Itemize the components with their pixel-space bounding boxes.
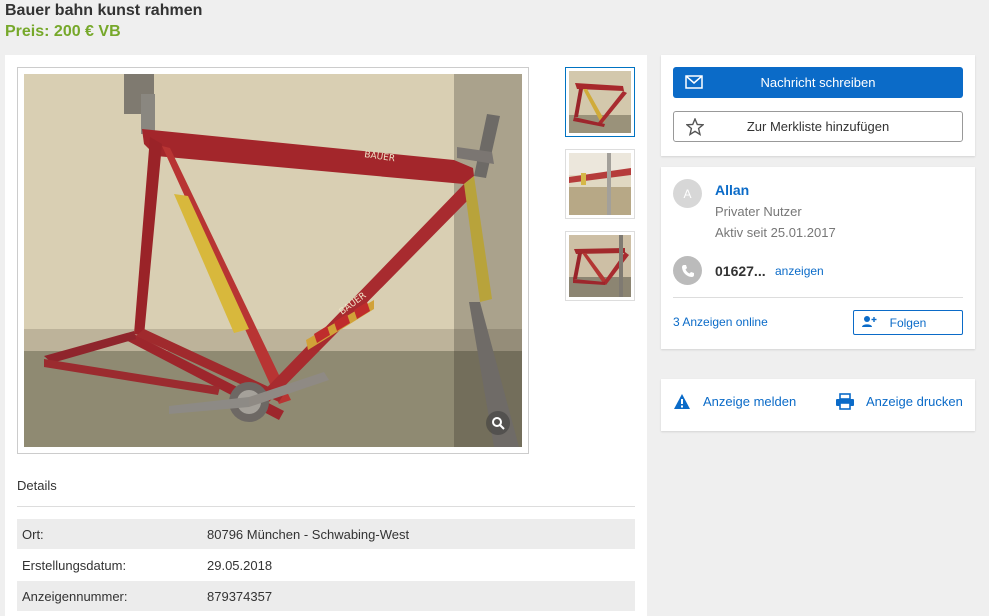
details-value: 29.05.2018 bbox=[207, 558, 273, 573]
phone-number: 01627... bbox=[715, 263, 766, 279]
star-icon bbox=[685, 117, 705, 139]
seller-active-since: Aktiv seit 25.01.2017 bbox=[715, 225, 836, 240]
show-phone-link[interactable]: anzeigen bbox=[775, 264, 824, 278]
details-row-created: Erstellungsdatum: 29.05.2018 bbox=[17, 550, 635, 580]
phone-icon bbox=[673, 256, 702, 285]
contact-actions-card: Nachricht schreiben Zur Merkliste hinzuf… bbox=[661, 55, 975, 156]
gallery-thumbnail-2[interactable] bbox=[565, 149, 635, 219]
listing-title: Bauer bahn kunst rahmen bbox=[5, 2, 203, 19]
add-to-watchlist-label: Zur Merkliste hinzufügen bbox=[746, 119, 890, 134]
add-to-watchlist-button[interactable]: Zur Merkliste hinzufügen bbox=[673, 111, 963, 142]
details-row-ad-number: Anzeigennummer: 879374357 bbox=[17, 581, 635, 611]
follow-label: Folgen bbox=[889, 315, 927, 330]
gallery-thumbnail-1[interactable] bbox=[565, 67, 635, 137]
seller-card: A Allan Privater Nutzer Aktiv seit 25.01… bbox=[661, 167, 975, 349]
details-label: Anzeigennummer: bbox=[22, 589, 128, 604]
listing-tools-card: Anzeige melden Anzeige drucken bbox=[661, 379, 975, 431]
seller-type: Privater Nutzer bbox=[715, 204, 802, 219]
add-user-icon bbox=[862, 315, 878, 332]
details-label: Erstellungsdatum: bbox=[22, 558, 127, 573]
main-image-frame[interactable]: BAUER BAUER bbox=[17, 67, 529, 454]
envelope-icon bbox=[685, 75, 703, 92]
zoom-icon[interactable] bbox=[486, 411, 510, 435]
details-row-location: Ort: 80796 München - Schwabing-West bbox=[17, 519, 635, 549]
seller-card-divider bbox=[673, 297, 963, 298]
listing-price: Preis: 200 € VB bbox=[5, 23, 121, 40]
write-message-button[interactable]: Nachricht schreiben bbox=[673, 67, 963, 98]
printer-icon bbox=[835, 393, 855, 413]
report-ad-label: Anzeige melden bbox=[703, 394, 797, 409]
avatar: A bbox=[673, 179, 702, 208]
details-label: Ort: bbox=[22, 527, 44, 542]
details-value: 879374357 bbox=[207, 589, 273, 604]
main-photo[interactable]: BAUER BAUER bbox=[24, 74, 522, 447]
details-value: 80796 München - Schwabing-West bbox=[207, 527, 410, 542]
details-heading: Details bbox=[17, 478, 57, 493]
seller-ads-online-link[interactable]: 3 Anzeigen online bbox=[673, 315, 768, 329]
print-ad-label: Anzeige drucken bbox=[866, 394, 963, 409]
warning-icon bbox=[673, 393, 691, 413]
follow-button[interactable]: Folgen bbox=[853, 310, 963, 335]
write-message-label: Nachricht schreiben bbox=[760, 75, 876, 90]
bicycle-frame-photo: BAUER BAUER bbox=[24, 74, 522, 447]
seller-name-link[interactable]: Allan bbox=[715, 182, 749, 198]
gallery-thumbnail-3[interactable] bbox=[565, 231, 635, 301]
details-divider bbox=[17, 506, 635, 507]
